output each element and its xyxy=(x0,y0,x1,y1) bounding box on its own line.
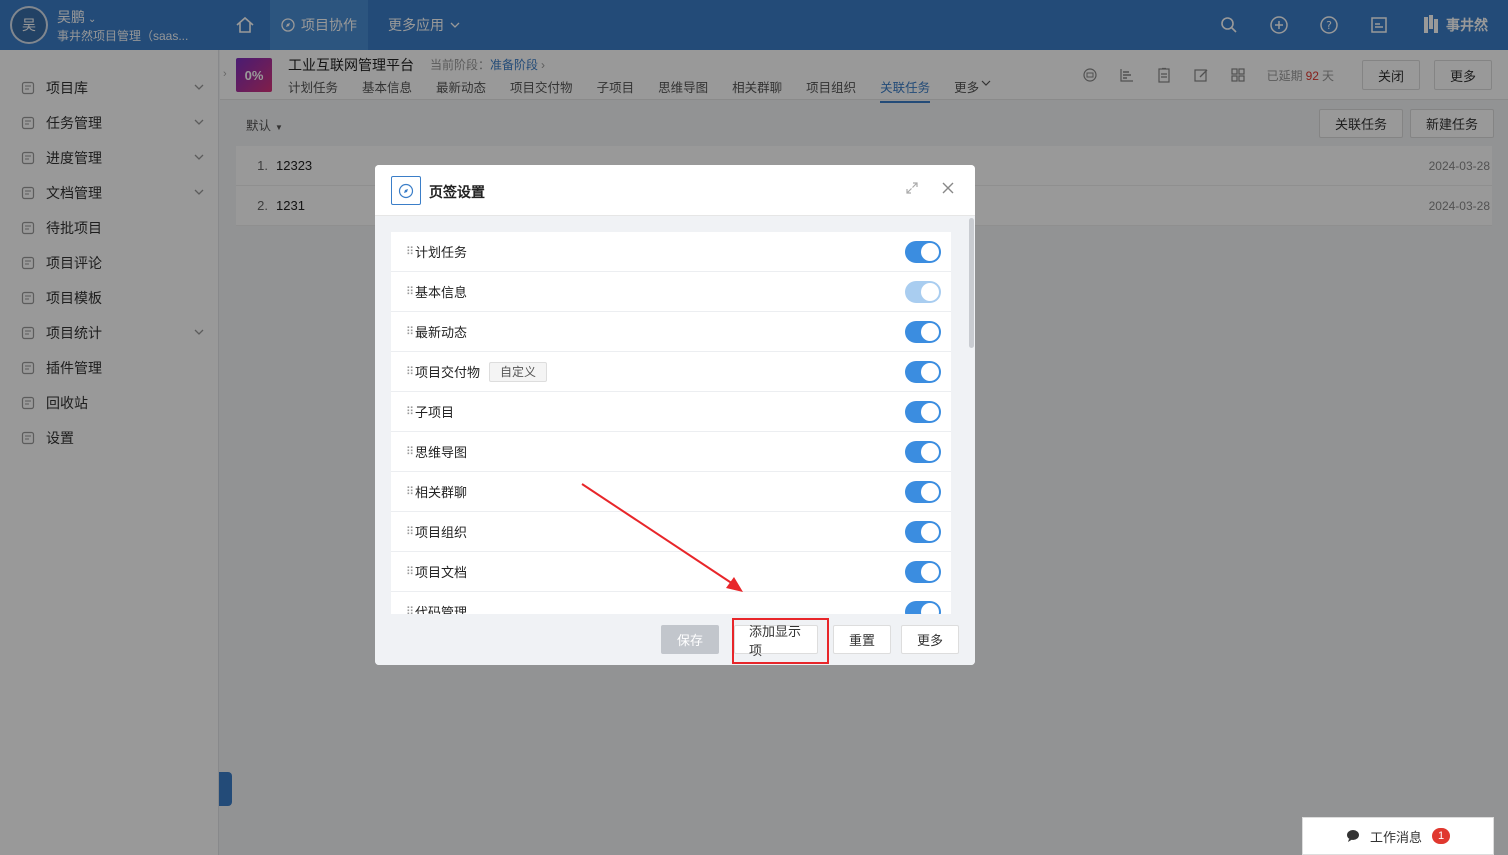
work-message-label: 工作消息 xyxy=(1369,829,1422,845)
work-message-button[interactable]: 工作消息 1 xyxy=(1302,817,1494,855)
message-count-badge: 1 xyxy=(1432,828,1450,844)
annotation-arrow xyxy=(581,483,743,592)
message-icon xyxy=(1346,830,1359,842)
